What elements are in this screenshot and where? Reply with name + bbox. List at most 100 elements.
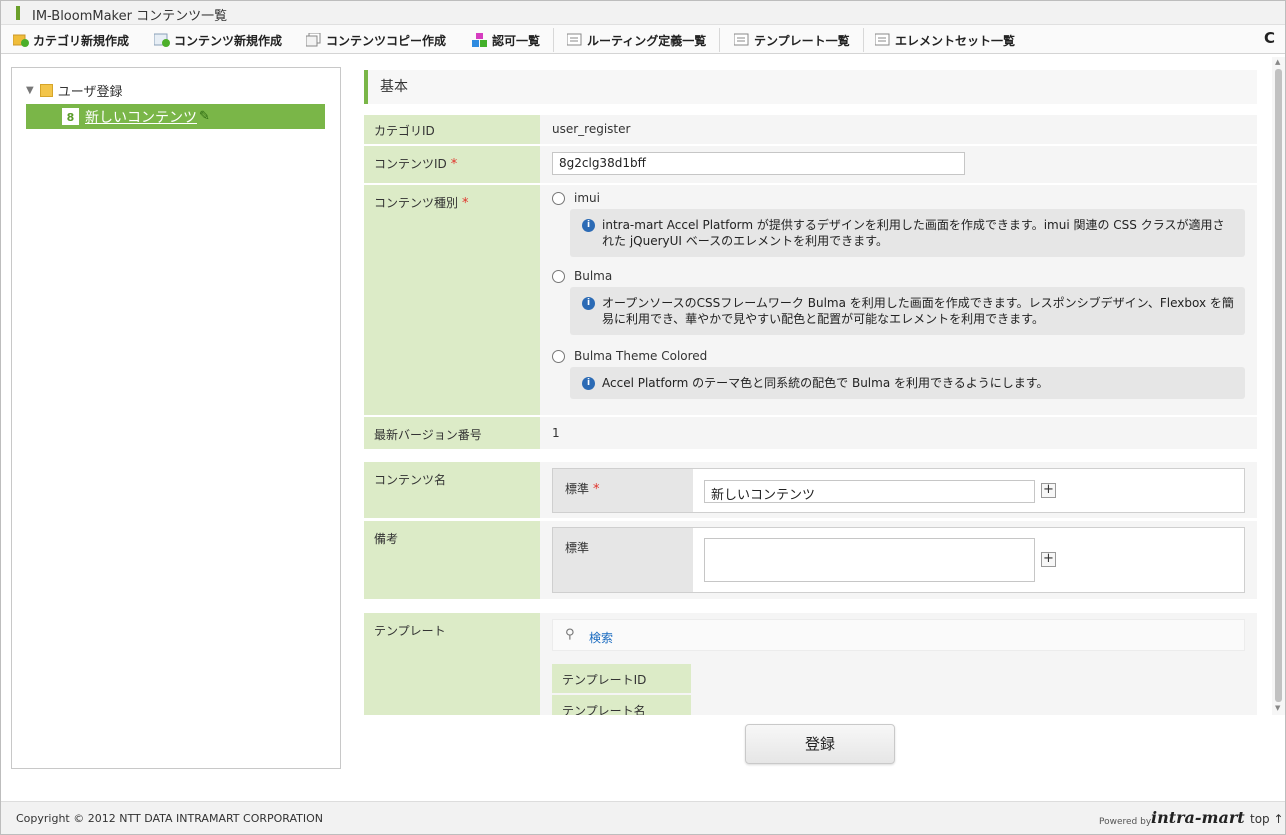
blocks-icon bbox=[472, 33, 488, 47]
template-name-label: テンプレート名 bbox=[552, 695, 691, 715]
remarks-row: 備考 標準 + bbox=[364, 521, 1257, 599]
content-type-radio-bulma[interactable]: Bulma bbox=[552, 269, 612, 283]
element-set-list-button[interactable]: エレメントセット一覧 bbox=[874, 31, 1016, 49]
template-name-row: テンプレート名 bbox=[552, 695, 1245, 715]
info-box-bulma-theme: i Accel Platform のテーマ色と同系統の配色で Bulma を利用で… bbox=[570, 367, 1245, 399]
template-id-label: テンプレートID bbox=[552, 664, 691, 693]
tree-root-node[interactable]: ▼ ユーザ登録 bbox=[26, 81, 122, 100]
content-id-label: コンテンツID bbox=[374, 157, 447, 171]
content-id-row: コンテンツID * 8g2clg38d1bff bbox=[364, 146, 1257, 183]
routing-list-button[interactable]: ルーティング定義一覧 bbox=[566, 31, 707, 49]
template-search[interactable]: ⚲ 検索 bbox=[552, 619, 1245, 651]
content-name-input[interactable]: 新しいコンテンツ bbox=[704, 480, 1035, 503]
category-id-row: カテゴリID user_register bbox=[364, 115, 1257, 144]
content-create-label: コンテンツ新規作成 bbox=[174, 33, 283, 48]
info-icon: i bbox=[582, 219, 595, 232]
copyright-text: Copyright © 2012 NTT DATA INTRAMART CORP… bbox=[16, 812, 324, 825]
required-mark: * bbox=[450, 157, 458, 172]
content-type-radio-imui[interactable]: imui bbox=[552, 191, 600, 205]
copy-icon bbox=[305, 32, 322, 47]
content-name-subtable: 標準 * 新しいコンテンツ + bbox=[552, 468, 1245, 513]
radio-label-bulma-theme: Bulma Theme Colored bbox=[574, 349, 708, 363]
category-id-label: カテゴリID bbox=[364, 115, 540, 144]
remarks-sub-label: 標準 bbox=[553, 528, 693, 592]
category-create-button[interactable]: カテゴリ新規作成 bbox=[12, 31, 130, 49]
latest-version-value: 1 bbox=[552, 426, 560, 440]
template-label: テンプレート bbox=[364, 613, 540, 715]
title-bar: IM-BloomMaker コンテンツ一覧 bbox=[1, 1, 1285, 25]
category-id-value: user_register bbox=[552, 122, 631, 136]
scroll-down-icon[interactable]: ▼ bbox=[1275, 704, 1280, 712]
refresh-icon[interactable]: C bbox=[1264, 29, 1275, 47]
template-list-button[interactable]: テンプレート一覧 bbox=[733, 31, 850, 49]
element-set-list-label: エレメントセット一覧 bbox=[895, 33, 1016, 48]
content-id-label-cell: コンテンツID * bbox=[364, 146, 540, 183]
toolbar-separator bbox=[863, 28, 864, 52]
powered-by-text: Powered by bbox=[1099, 817, 1152, 827]
toolbar: カテゴリ新規作成 コンテンツ新規作成 コンテンツコピー作成 認可一覧 ルーティン… bbox=[1, 25, 1285, 54]
footer: Copyright © 2012 NTT DATA INTRAMART CORP… bbox=[1, 801, 1285, 834]
radio-button[interactable] bbox=[552, 191, 565, 205]
list-icon bbox=[733, 33, 750, 47]
list-icon bbox=[874, 33, 891, 47]
info-icon: i bbox=[582, 297, 595, 310]
category-create-label: カテゴリ新規作成 bbox=[33, 33, 130, 48]
remarks-subtable: 標準 + bbox=[552, 527, 1245, 593]
template-id-row: テンプレートID bbox=[552, 664, 1245, 693]
routing-list-label: ルーティング定義一覧 bbox=[587, 33, 707, 48]
required-mark: * bbox=[462, 196, 469, 211]
template-list-label: テンプレート一覧 bbox=[754, 33, 850, 48]
remarks-label: 備考 bbox=[364, 521, 540, 599]
title-accent bbox=[16, 6, 20, 20]
authorization-list-button[interactable]: 認可一覧 bbox=[472, 31, 540, 49]
register-button[interactable]: 登録 bbox=[745, 724, 895, 764]
tree-root-label: ユーザ登録 bbox=[57, 85, 123, 100]
content-type-label: コンテンツ種別 bbox=[374, 196, 459, 210]
scroll-up-icon[interactable]: ▲ bbox=[1275, 58, 1280, 66]
page-title: IM-BloomMaker コンテンツ一覧 bbox=[32, 9, 228, 24]
content-copy-label: コンテンツコピー作成 bbox=[326, 33, 447, 48]
content-name-sub-label-cell: 標準 * bbox=[553, 469, 693, 512]
authorization-list-label: 認可一覧 bbox=[492, 33, 541, 48]
radio-button[interactable] bbox=[552, 269, 565, 283]
remarks-textarea[interactable] bbox=[704, 538, 1035, 582]
folder-icon bbox=[39, 84, 53, 97]
info-box-bulma: i オープンソースのCSSフレームワーク Bulma を利用した画面を作成できます… bbox=[570, 287, 1245, 335]
info-box-imui: i intra-mart Accel Platform が提供するデザインを利用し… bbox=[570, 209, 1245, 257]
latest-version-row: 最新バージョン番号 1 bbox=[364, 417, 1257, 449]
template-row: テンプレート ⚲ 検索 テンプレートID テンプレート名 bbox=[364, 613, 1257, 715]
radio-label-bulma: Bulma bbox=[574, 269, 613, 283]
latest-version-label: 最新バージョン番号 bbox=[364, 417, 540, 449]
intra-mart-logo: intra-mart bbox=[1151, 808, 1245, 827]
toolbar-separator bbox=[719, 28, 720, 52]
scroll-thumb[interactable] bbox=[1275, 69, 1282, 702]
content-name-row: コンテンツ名 標準 * 新しいコンテンツ + bbox=[364, 462, 1257, 518]
content-name-sub-label: 標準 bbox=[565, 482, 590, 496]
add-language-button[interactable]: + bbox=[1041, 552, 1056, 567]
radio-button[interactable] bbox=[552, 349, 565, 363]
content-type-radio-bulma-theme[interactable]: Bulma Theme Colored bbox=[552, 349, 707, 363]
content-type-label-cell: コンテンツ種別 * bbox=[364, 185, 540, 415]
expand-arrow-icon[interactable]: ▼ bbox=[26, 85, 34, 96]
info-text-bulma: オープンソースのCSSフレームワーク Bulma を利用した画面を作成できます。… bbox=[602, 296, 1234, 326]
top-link[interactable]: top ↑ bbox=[1250, 812, 1284, 826]
content-badge: 8 bbox=[62, 108, 79, 125]
main-form-area: 基本 カテゴリID user_register コンテンツID * 8g2clg3… bbox=[355, 57, 1270, 715]
section-title: 基本 bbox=[364, 70, 1257, 104]
add-language-button[interactable]: + bbox=[1041, 483, 1056, 498]
list-icon bbox=[566, 33, 583, 47]
content-id-input[interactable]: 8g2clg38d1bff bbox=[552, 152, 965, 175]
search-icon: ⚲ bbox=[565, 627, 575, 642]
content-type-row: コンテンツ種別 * imui i intra-mart Accel Platform… bbox=[364, 185, 1257, 415]
content-create-button[interactable]: コンテンツ新規作成 bbox=[153, 31, 283, 49]
main-scrollbar[interactable]: ▲ ▼ bbox=[1272, 57, 1285, 715]
content-name-label: コンテンツ名 bbox=[364, 462, 540, 518]
info-text-imui: intra-mart Accel Platform が提供するデザインを利用した… bbox=[602, 218, 1225, 248]
radio-label-imui: imui bbox=[574, 191, 600, 205]
tree-selected-content[interactable]: 8 新しいコンテンツ ✎ bbox=[26, 104, 325, 129]
tree-selected-label[interactable]: 新しいコンテンツ bbox=[85, 107, 197, 127]
required-mark: * bbox=[593, 482, 600, 497]
template-search-link[interactable]: 検索 bbox=[589, 629, 613, 646]
content-copy-button[interactable]: コンテンツコピー作成 bbox=[305, 31, 447, 49]
document-add-icon bbox=[153, 33, 170, 47]
